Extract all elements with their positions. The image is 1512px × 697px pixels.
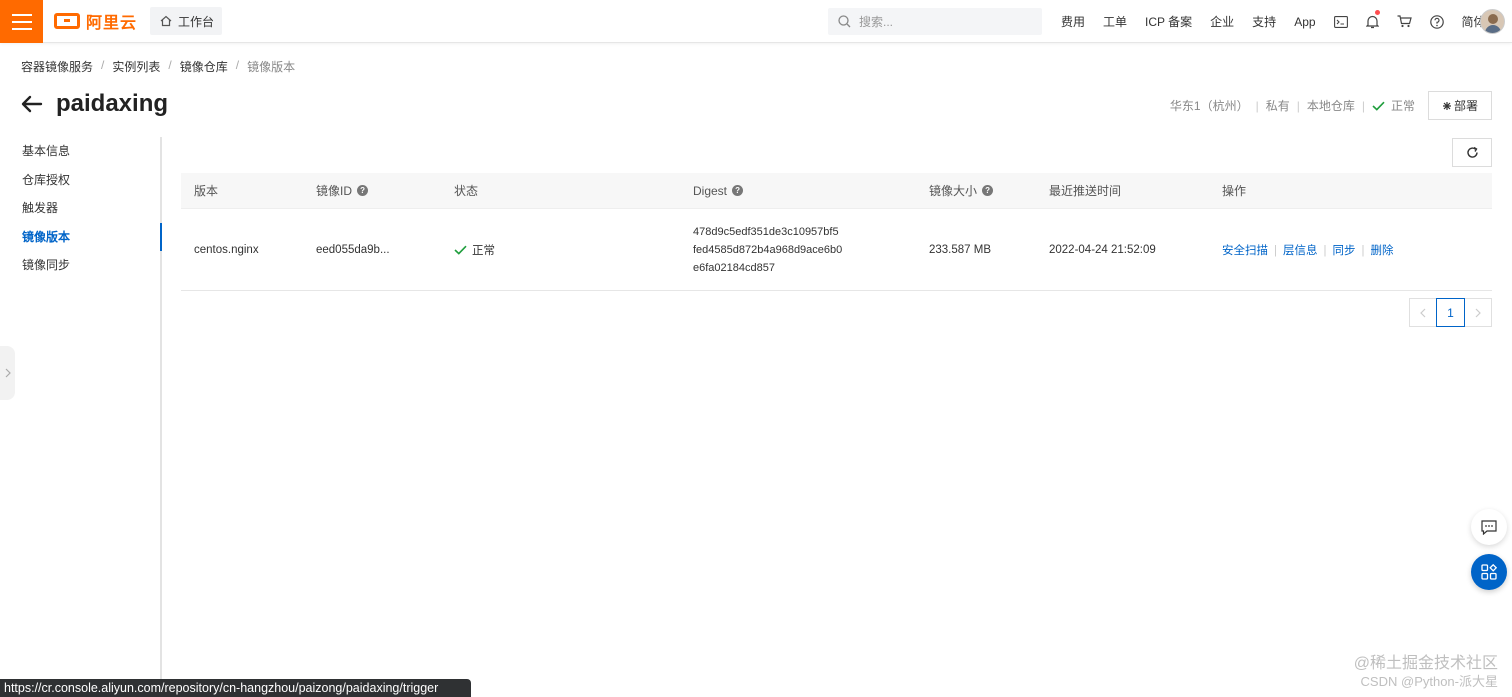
check-icon	[1372, 101, 1385, 111]
cell-size: 233.587 MB	[929, 243, 992, 256]
image-version-table: 版本 镜像ID ? 状态 Digest ? 镜像大小 ? 最近推送时间 操作 c…	[181, 173, 1492, 291]
watermark: @稀土掘金技术社区 CSDN @Python-派大星	[1354, 655, 1498, 691]
nav-link-app[interactable]: App	[1285, 15, 1324, 29]
next-page-button[interactable]	[1464, 298, 1492, 327]
page-title: paidaxing	[56, 90, 169, 117]
pagination: 1	[1409, 298, 1492, 327]
deploy-button[interactable]: 部署	[1428, 91, 1492, 120]
repo-meta: 华东1（杭州） | 私有 | 本地仓库 | 正常	[1169, 98, 1415, 114]
help-icon[interactable]: ?	[357, 185, 369, 196]
help-icon[interactable]	[1421, 0, 1453, 43]
table-row: centos.nginx eed055da9b... 正常 478d9c5edf…	[181, 209, 1492, 291]
sync-link[interactable]: 同步	[1333, 245, 1356, 257]
check-icon	[454, 245, 467, 255]
breadcrumb-current: 镜像版本	[247, 60, 296, 74]
page-header: paidaxing	[20, 90, 168, 118]
cell-version: centos.nginx	[194, 243, 259, 256]
page-number-button[interactable]: 1	[1436, 298, 1465, 327]
workbench-label: 工作台	[178, 14, 215, 29]
cell-image-id: eed055da9b...	[316, 243, 390, 256]
apps-grid-icon	[1481, 564, 1497, 580]
cart-icon[interactable]	[1389, 0, 1421, 43]
delete-link[interactable]: 删除	[1371, 245, 1394, 257]
sidebar-item-repo-auth[interactable]: 仓库授权	[0, 166, 160, 195]
layer-info-link[interactable]: 层信息	[1283, 245, 1318, 257]
help-icon[interactable]: ?	[982, 185, 994, 196]
deploy-label: 部署	[1453, 99, 1478, 113]
user-avatar[interactable]	[1480, 9, 1505, 34]
aliyun-logo-icon	[54, 13, 80, 29]
cell-digest: 478d9c5edf351de3c10957bf5 fed4585d872b4a…	[693, 225, 843, 274]
refresh-button[interactable]	[1452, 138, 1492, 167]
cell-status: 正常	[454, 242, 495, 258]
col-header-image-id: 镜像ID ?	[316, 182, 369, 199]
nav-link-icp[interactable]: ICP 备案	[1136, 13, 1201, 30]
repo-type-label: 本地仓库	[1306, 99, 1355, 113]
region-label: 华东1（杭州）	[1169, 99, 1249, 113]
nav-link-ticket[interactable]: 工单	[1094, 13, 1136, 30]
brand-logo[interactable]: 阿里云	[54, 11, 138, 32]
search-icon	[838, 15, 851, 28]
search-input[interactable]: 搜索...	[828, 8, 1042, 35]
help-icon[interactable]: ?	[732, 185, 744, 196]
search-placeholder: 搜索...	[859, 15, 894, 29]
brand-name: 阿里云	[86, 15, 138, 32]
sidebar-expand-handle[interactable]	[0, 346, 15, 400]
nav-link-support[interactable]: 支持	[1243, 13, 1285, 30]
sidebar-item-image-sync[interactable]: 镜像同步	[0, 251, 160, 280]
col-header-push-time: 最近推送时间	[1049, 184, 1122, 198]
nav-link-enterprise[interactable]: 企业	[1201, 13, 1243, 30]
col-header-digest: Digest ?	[693, 184, 744, 198]
prev-page-button[interactable]	[1409, 298, 1437, 327]
watermark-line-1: @稀土掘金技术社区	[1353, 655, 1498, 672]
breadcrumb-item[interactable]: 容器镜像服务	[21, 58, 93, 75]
workbench-button[interactable]: 工作台	[150, 7, 222, 35]
col-header-version: 版本	[194, 184, 219, 198]
table-header: 版本 镜像ID ? 状态 Digest ? 镜像大小 ? 最近推送时间 操作	[181, 173, 1492, 209]
sidebar-item-basic-info[interactable]: 基本信息	[0, 137, 160, 166]
breadcrumb-item[interactable]: 镜像仓库	[180, 58, 228, 75]
col-header-actions: 操作	[1222, 184, 1247, 198]
browser-status-url: https://cr.console.aliyun.com/repository…	[0, 679, 471, 697]
notification-dot	[1374, 10, 1380, 15]
col-header-status: 状态	[454, 184, 479, 198]
sidebar: 基本信息 仓库授权 触发器 镜像版本 镜像同步	[0, 137, 162, 697]
sidebar-item-image-versions[interactable]: 镜像版本	[0, 222, 162, 252]
menu-icon[interactable]	[0, 0, 43, 43]
top-nav-links: 费用 工单 ICP 备案 企业 支持 App 简体	[1052, 0, 1495, 43]
refresh-icon	[1466, 146, 1478, 158]
apps-button[interactable]	[1471, 554, 1507, 590]
chevron-right-icon	[5, 368, 11, 378]
chat-icon	[1481, 519, 1497, 535]
back-arrow-icon[interactable]	[20, 92, 44, 116]
deploy-icon	[1442, 101, 1451, 110]
top-navbar: 阿里云 工作台 搜索... 费用 工单 ICP 备案 企业 支持 App 简体	[0, 0, 1512, 43]
terminal-icon[interactable]	[1325, 0, 1357, 43]
feedback-chat-button[interactable]	[1471, 509, 1507, 545]
home-icon	[160, 15, 172, 27]
col-header-size: 镜像大小 ?	[929, 182, 994, 199]
bell-icon[interactable]	[1357, 0, 1389, 43]
cell-actions: 安全扫描 | 层信息 | 同步 | 删除	[1222, 244, 1394, 257]
cell-push-time: 2022-04-24 21:52:09	[1049, 243, 1156, 256]
chevron-left-icon	[1420, 308, 1426, 317]
repo-status: 正常	[1390, 99, 1415, 113]
chevron-right-icon	[1475, 308, 1481, 317]
visibility-label: 私有	[1265, 99, 1290, 113]
security-scan-link[interactable]: 安全扫描	[1222, 245, 1268, 257]
breadcrumb-item[interactable]: 实例列表	[112, 58, 160, 75]
breadcrumb: 容器镜像服务 / 实例列表 / 镜像仓库 / 镜像版本	[21, 58, 296, 75]
sidebar-item-triggers[interactable]: 触发器	[0, 194, 160, 223]
nav-link-billing[interactable]: 费用	[1052, 13, 1094, 30]
watermark-line-2: CSDN @Python-派大星	[1360, 674, 1498, 689]
